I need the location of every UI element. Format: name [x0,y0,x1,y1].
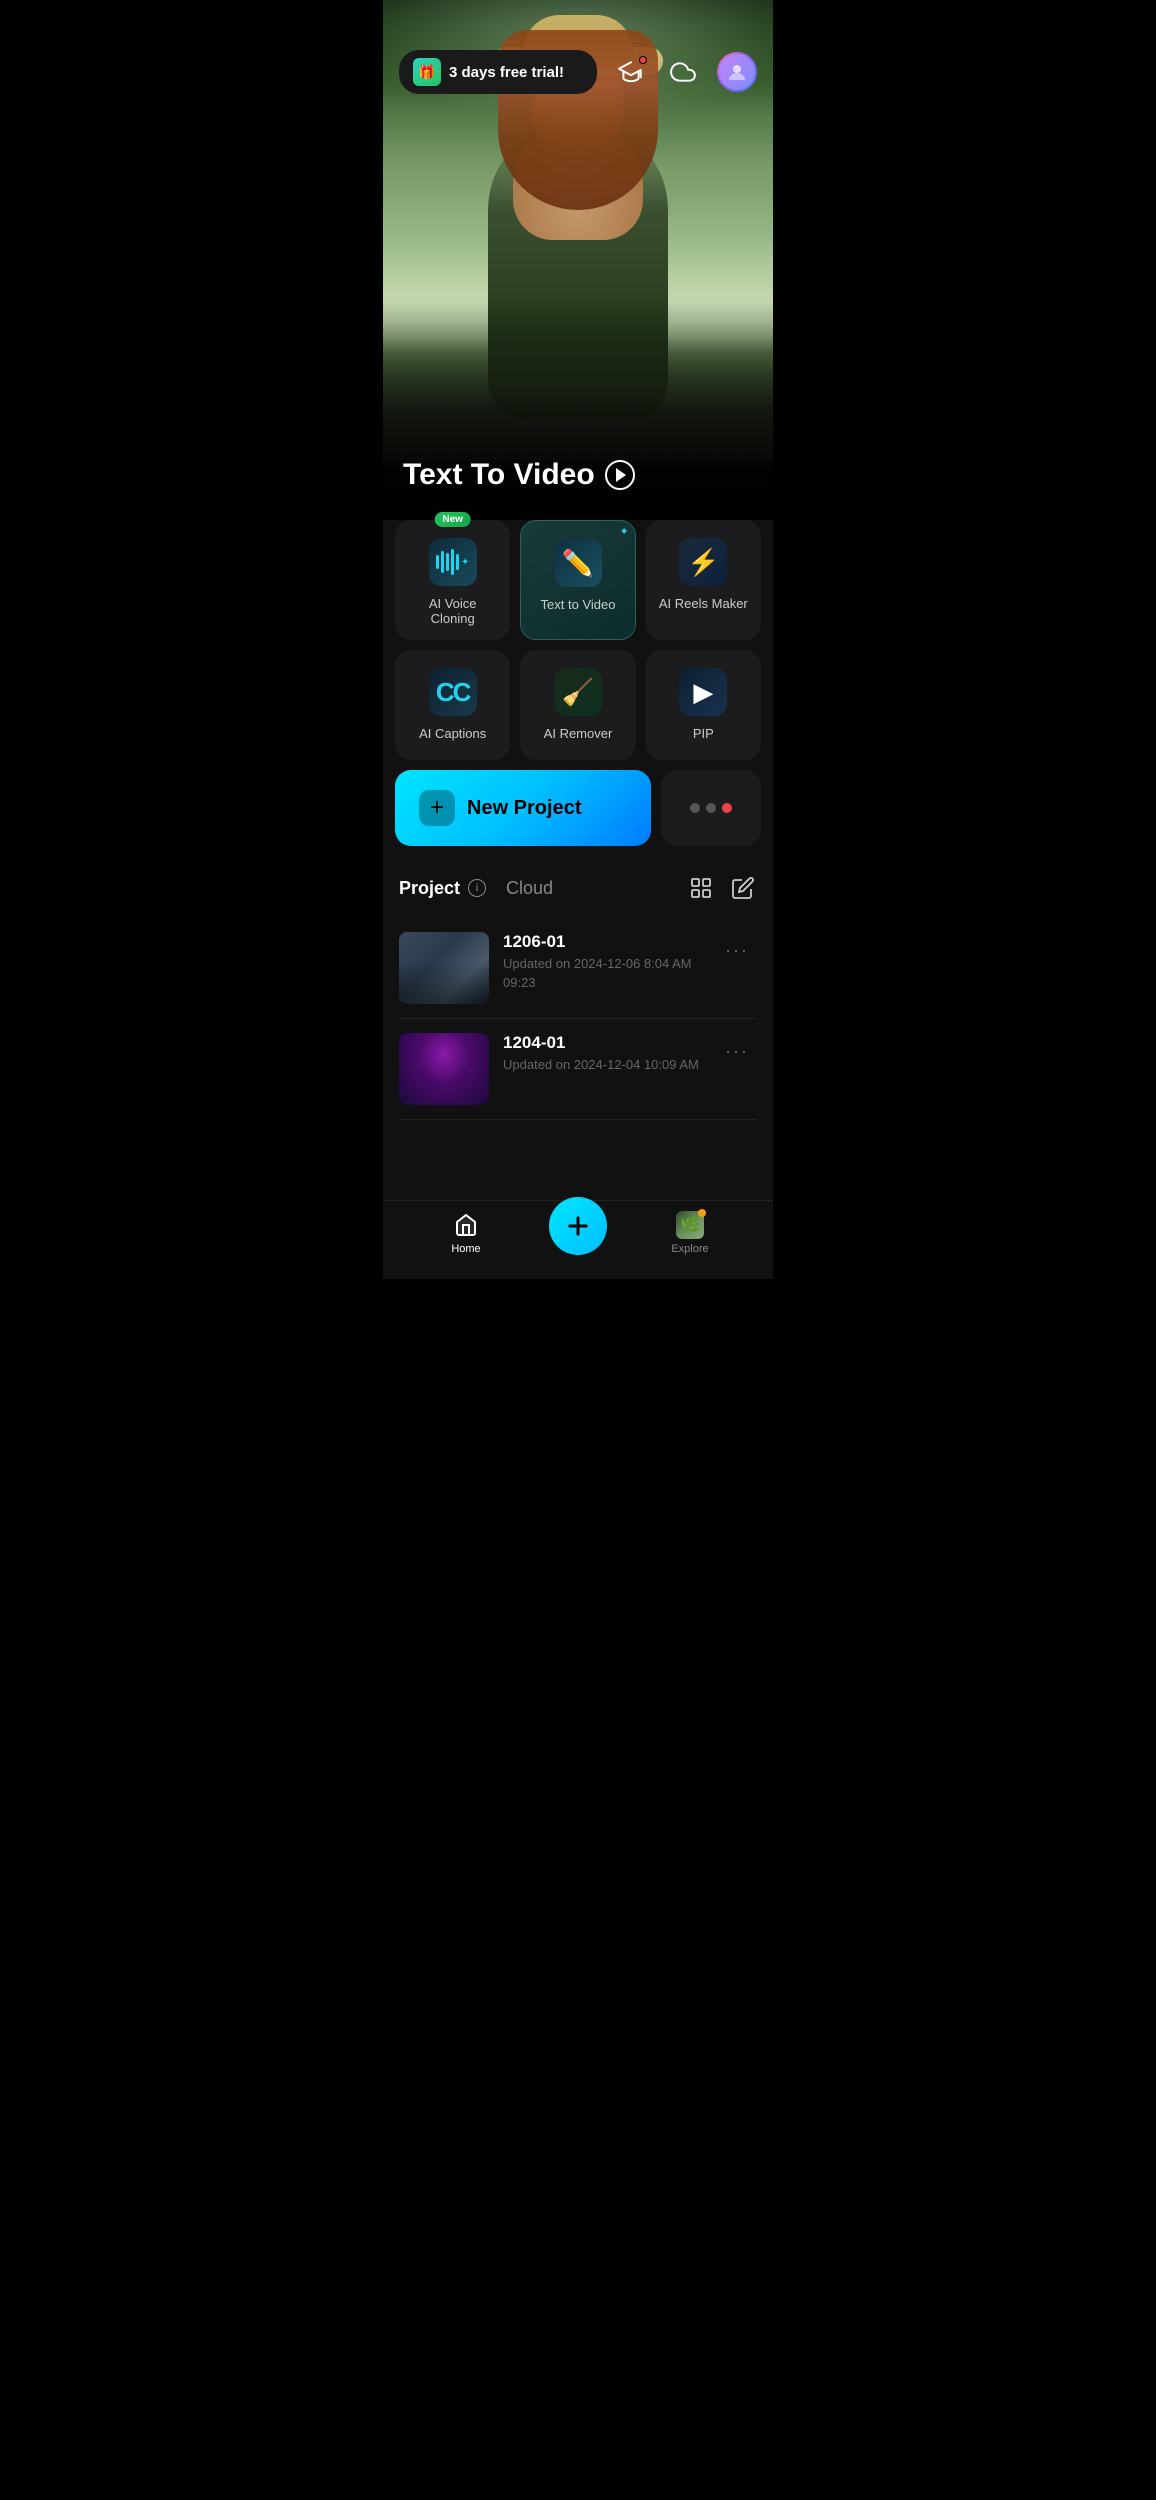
notification-dot [639,56,647,64]
pip-label: PIP [693,726,714,741]
project-actions [687,874,757,902]
tool-card-text-to-video[interactable]: ✏️ ✦ Text to Video [520,520,635,640]
project-info-1206: 1206-01 Updated on 2024-12-06 8:04 AM 09… [503,932,703,990]
project-item-1206[interactable]: 1206-01 Updated on 2024-12-06 8:04 AM 09… [399,918,757,1019]
explore-label: Explore [671,1243,708,1255]
bottom-navigation: Home Explore [383,1200,773,1279]
project-header: Project i Cloud [399,874,757,902]
dot-1 [690,803,700,813]
ai-captions-label: AI Captions [419,726,486,741]
home-icon [452,1211,480,1239]
ai-captions-icon: CC [429,668,477,716]
explore-icon [676,1211,704,1239]
project-item-1204[interactable]: 1204-01 Updated on 2024-12-04 10:09 AM ·… [399,1019,757,1120]
project-more-1206[interactable]: ··· [717,932,757,969]
user-avatar[interactable] [717,52,757,92]
tools-grid: New ✦ AI Voice Cloning ✏️ [395,520,761,760]
pip-icon: ▶ [679,668,727,716]
trial-text: 3 days free trial! [449,64,564,81]
text-to-video-label: Text to Video [541,597,616,612]
project-thumb-1204 [399,1033,489,1105]
add-project-fab[interactable] [549,1197,607,1255]
hero-banner: 🎁 3 days free trial! [383,0,773,520]
project-info-1204: 1204-01 Updated on 2024-12-04 10:09 AM [503,1033,703,1076]
tool-card-ai-voice-cloning[interactable]: New ✦ AI Voice Cloning [395,520,510,640]
spacer [383,1120,773,1200]
hero-text: Text To Video [403,458,753,492]
project-name-1204: 1204-01 [503,1033,703,1053]
project-tabs: Project i Cloud [399,878,553,899]
dot-3 [722,803,732,813]
tools-section: New ✦ AI Voice Cloning ✏️ [383,520,773,858]
explore-notification-dot [698,1209,706,1217]
new-project-label: New Project [467,797,581,820]
new-badge-voice: New [434,512,471,527]
bottom-row: + New Project [395,770,761,846]
project-date-1204: Updated on 2024-12-04 10:09 AM [503,1057,703,1072]
home-label: Home [451,1243,480,1255]
graduation-icon-button[interactable] [613,54,649,90]
more-options-card[interactable] [661,770,761,846]
hero-play-button[interactable] [605,460,635,490]
trial-icon: 🎁 [413,58,441,86]
avatar-inner [719,54,755,90]
new-project-plus-icon: + [419,790,455,826]
ai-reels-label: AI Reels Maker [659,596,748,611]
tool-card-ai-remover[interactable]: 🧹 AI Remover [520,650,635,760]
voice-cloning-label: AI Voice Cloning [407,596,498,626]
ai-remover-icon: 🧹 [554,668,602,716]
voice-cloning-icon: ✦ [429,538,477,586]
ai-reels-icon: ⚡ [679,538,727,586]
project-duration-1206: 09:23 [503,975,703,990]
tab-cloud[interactable]: Cloud [506,878,553,899]
ai-remover-label: AI Remover [544,726,613,741]
grid-view-button[interactable] [687,874,715,902]
project-date-1206: Updated on 2024-12-06 8:04 AM [503,956,703,971]
hero-title[interactable]: Text To Video [403,458,753,492]
cloud-icon [670,59,696,85]
project-thumb-1206 [399,932,489,1004]
nav-explore[interactable]: Explore [607,1211,773,1255]
project-name-1206: 1206-01 [503,932,703,952]
app-header: 🎁 3 days free trial! [383,0,773,104]
project-section: Project i Cloud [383,858,773,1120]
tool-card-pip[interactable]: ▶ PIP [646,650,761,760]
tool-card-ai-reels[interactable]: ⚡ AI Reels Maker [646,520,761,640]
dot-2 [706,803,716,813]
tool-card-ai-captions[interactable]: CC AI Captions [395,650,510,760]
new-project-button[interactable]: + New Project [395,770,651,846]
edit-button[interactable] [729,874,757,902]
text-to-video-icon: ✏️ ✦ [554,539,602,587]
more-dots [690,803,732,813]
header-icons [613,52,757,92]
project-more-1204[interactable]: ··· [717,1033,757,1070]
tab-project[interactable]: Project [399,878,460,899]
cloud-icon-button[interactable] [665,54,701,90]
nav-home[interactable]: Home [383,1211,549,1255]
project-info-icon[interactable]: i [468,879,486,897]
trial-badge[interactable]: 🎁 3 days free trial! [399,50,597,94]
